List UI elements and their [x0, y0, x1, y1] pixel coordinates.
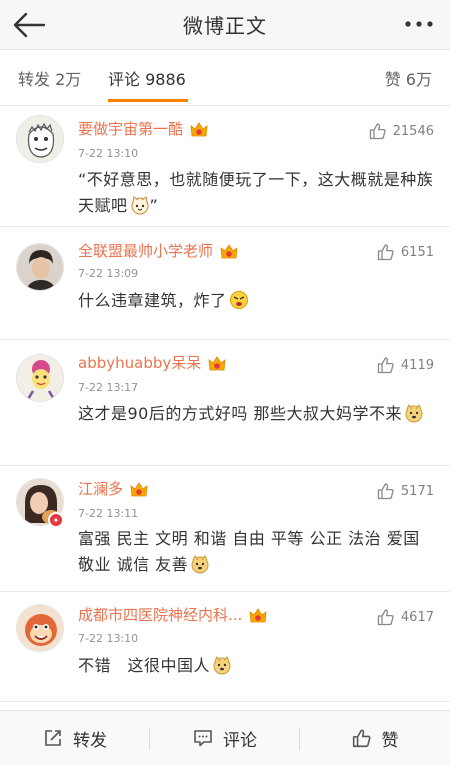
active-tab-indicator — [108, 99, 188, 102]
thumbs-up-icon — [377, 609, 394, 626]
comment-text-body: 富强 民主 文明 和谐 自由 平等 公正 法治 爱国 敬业 诚信 友善 — [78, 529, 420, 574]
doge-emoji-icon — [405, 404, 423, 423]
thumbs-up-icon — [377, 483, 394, 500]
thumbs-up-icon — [377, 244, 394, 261]
like-count: 4119 — [400, 357, 434, 373]
comment-text: 富强 民主 文明 和谐 自由 平等 公正 法治 爱国 敬业 诚信 友善 — [78, 526, 438, 578]
avatar[interactable] — [16, 354, 64, 402]
like-count: 5171 — [400, 483, 434, 499]
like-count: 4617 — [400, 609, 434, 625]
sketch-face-icon — [17, 116, 63, 162]
comment-text: 什么违章建筑，炸了 — [78, 288, 438, 314]
comment-text: 这才是90后的方式好吗 那些大叔大妈学不来 — [78, 401, 438, 427]
member-crown-icon — [249, 607, 267, 622]
member-crown-icon — [130, 481, 148, 496]
page-title: 微博正文 — [183, 14, 267, 38]
avatar[interactable] — [16, 115, 64, 163]
username[interactable]: 成都市四医院神经内科... — [78, 604, 268, 625]
more-options-button[interactable] — [402, 10, 436, 38]
comment-time: 7-22 13:10 — [78, 632, 139, 645]
comment-text: “不好意思，也就随便玩了一下，这大概就是种族天赋吧 ” — [78, 167, 438, 219]
avatar[interactable] — [16, 243, 64, 291]
comment-time: 7-22 13:11 — [78, 507, 139, 520]
username[interactable]: abbyhuabby呆呆 — [78, 352, 227, 373]
like-button[interactable]: 6151 — [377, 243, 434, 261]
more-dots-icon — [405, 21, 433, 27]
comment-text-body: 什么违章建筑，炸了 — [78, 291, 227, 310]
comment-item: 全联盟最帅小学老师 7-22 13:09 什么违章建筑，炸了 6151 — [0, 227, 450, 340]
username[interactable]: 全联盟最帅小学老师 — [78, 240, 239, 261]
back-arrow-icon — [13, 12, 46, 38]
username-text: abbyhuabby呆呆 — [78, 354, 202, 372]
comment-text-body: 不错 这很中国人 — [78, 656, 211, 675]
member-crown-icon — [190, 121, 208, 136]
comment-text: 不错 这很中国人 — [78, 653, 438, 679]
tab-likes[interactable]: 赞 6万 — [385, 50, 432, 106]
doge-emoji-icon — [191, 555, 209, 574]
thumbs-up-icon — [352, 729, 370, 748]
comment-text-body: 这才是90后的方式好吗 那些大叔大妈学不来 — [78, 404, 402, 423]
like-button[interactable]: 4119 — [377, 356, 434, 374]
comment-label: 评论 — [223, 730, 257, 751]
tab-bar: 转发 2万 评论 9886 赞 6万 — [0, 50, 450, 106]
repost-icon — [45, 730, 61, 746]
tab-reposts[interactable]: 转发 2万 — [18, 50, 81, 106]
like-count: 6151 — [400, 244, 434, 260]
cat-emoji-icon — [131, 196, 149, 215]
like-count: 21546 — [392, 123, 434, 139]
cartoon-monkey-icon — [17, 605, 63, 651]
username-text: 全联盟最帅小学老师 — [78, 242, 214, 260]
comment-item: 成都市四医院神经内科... 7-22 13:10 不错 这很中国人 4617 — [0, 592, 450, 702]
comment-icon — [194, 730, 212, 747]
like-button[interactable]: 4617 — [377, 608, 434, 626]
comment-time: 7-22 13:09 — [78, 267, 139, 280]
username[interactable]: 江澜多 — [78, 478, 149, 499]
top-nav-bar: 微博正文 — [0, 0, 450, 50]
like-post-button[interactable]: 赞 — [300, 711, 450, 765]
like-button[interactable]: 21546 — [369, 122, 434, 140]
repost-button[interactable]: 转发 — [0, 711, 150, 765]
bottom-action-bar: 转发 评论 赞 — [0, 710, 450, 765]
username[interactable]: 要做宇宙第一酷 — [78, 118, 209, 139]
thumbs-up-icon — [377, 357, 394, 374]
tab-comments[interactable]: 评论 9886 — [108, 50, 186, 106]
like-label: 赞 — [381, 730, 399, 751]
username-text: 江澜多 — [78, 480, 124, 498]
verified-badge-icon: ✦ — [48, 512, 64, 528]
comment-item: 要做宇宙第一酷 7-22 13:10 “不好意思，也就随便玩了一下，这大概就是种… — [0, 106, 450, 227]
username-text: 要做宇宙第一酷 — [78, 120, 184, 138]
comment-button[interactable]: 评论 — [150, 711, 300, 765]
cartoon-girl-icon — [17, 355, 63, 401]
doge-emoji-icon — [213, 656, 231, 675]
comment-item: abbyhuabby呆呆 7-22 13:17 这才是90后的方式好吗 那些大叔… — [0, 340, 450, 466]
repost-label: 转发 — [73, 730, 107, 751]
avatar[interactable] — [16, 604, 64, 652]
angry-face-emoji-icon — [229, 291, 248, 309]
like-button[interactable]: 5171 — [377, 482, 434, 500]
member-crown-icon — [208, 355, 226, 370]
comment-time: 7-22 13:17 — [78, 381, 139, 394]
thumbs-up-icon — [369, 123, 386, 140]
comment-time: 7-22 13:10 — [78, 147, 139, 160]
member-crown-icon — [220, 243, 238, 258]
back-button[interactable] — [12, 8, 52, 42]
username-text: 成都市四医院神经内科... — [78, 606, 243, 624]
comment-text-end: ” — [149, 196, 159, 215]
man-portrait-icon — [17, 244, 63, 290]
